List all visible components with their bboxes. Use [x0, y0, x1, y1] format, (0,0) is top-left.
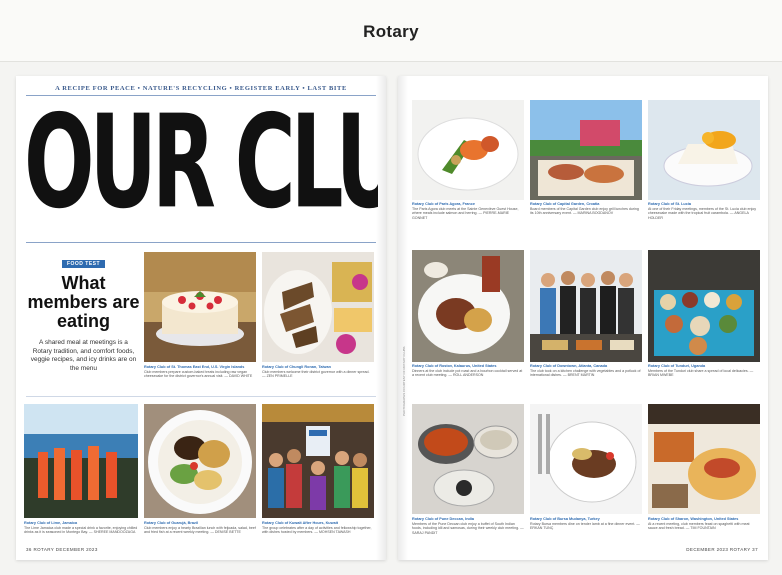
photo-credit: ROLL ANDERSON — [452, 373, 484, 378]
food-photo — [144, 252, 256, 362]
food-photo — [412, 404, 524, 514]
headline-rule — [26, 242, 376, 243]
food-photo — [262, 252, 374, 362]
club-entry: Rotary Club of Paris Agora, France The P… — [412, 100, 524, 226]
food-photo — [530, 404, 642, 514]
club-entry: Rotary Club of Bursa Mudanya, Turkey Rot… — [530, 404, 642, 544]
food-photo — [648, 100, 760, 200]
club-entry: Rotary Club of Chungli Ronan, Taiwan Clu… — [262, 252, 374, 390]
club-entry: Rotary Club of Downtown, Atlanta, Canada… — [530, 250, 642, 394]
food-photo — [24, 404, 138, 518]
club-entry: Rotary Club of Pune Deccan, India Member… — [412, 404, 524, 544]
club-entry: Rotary Club of St. Thomas East End, U.S.… — [144, 252, 256, 390]
photo-credit: SARAJ PANDIT — [412, 530, 438, 535]
photo-credit: BRENT MARTIN — [567, 373, 595, 378]
caption-text: The group celebrates after a day of acti… — [262, 525, 372, 535]
photo-credit: MOHSEN TAWASH — [318, 530, 351, 535]
club-entry: Rotary Club of Sharon, Washington, Unite… — [648, 404, 760, 544]
page-folio: 36 ROTARY DECEMBER 2023 — [26, 547, 98, 552]
food-photo — [648, 404, 760, 514]
photo-credit: ERKAN TUNÇ — [530, 526, 554, 531]
club-entry: Rotary Club of Guarujá, Brazil Club memb… — [144, 404, 256, 544]
caption-text: Members of the Pune Deccan club enjoy a … — [412, 521, 520, 531]
page-headline: OUR CLUBS — [24, 87, 378, 238]
food-photo — [648, 250, 760, 362]
caption-text: Rotary Bursa members dine on tender lamb… — [530, 521, 636, 526]
photo-credit-vertical: PHOTOGRAPHS COURTESY OF ROTARY CLUBS — [402, 346, 406, 416]
group-photo — [530, 250, 642, 362]
club-entry: Rotary Club of Rostov, Kalaurus, United … — [412, 250, 524, 394]
photo-credit: BRIAN MWEBE — [648, 373, 674, 378]
photo-credit: TIM FOUNTAIN — [690, 526, 716, 531]
intro-text: A shared meal at meetings is a Rotary tr… — [30, 339, 137, 372]
photo-credit: DAVID WHITE — [228, 374, 253, 379]
section-tag: FOOD TEST — [61, 260, 106, 268]
food-photo — [412, 100, 524, 200]
club-entry: Rotary Club of Tunduri, Uganda Members o… — [648, 250, 760, 394]
top-bar: Rotary — [0, 0, 782, 62]
food-photo — [412, 250, 524, 362]
photo-credit: SHEREE MANDOOZAGA — [93, 530, 136, 535]
caption-text: Members of the Tunduri club share a spre… — [648, 368, 749, 373]
group-photo — [262, 404, 374, 518]
photo-credit: ZEN PRIMELLE — [266, 374, 293, 379]
food-photo — [530, 100, 642, 200]
club-entry: Rotary Club of Capital Garden, Croatia B… — [530, 100, 642, 226]
photo-credit: DENISE BETTE — [214, 530, 241, 535]
page-folio: DECEMBER 2023 ROTARY 37 — [686, 547, 758, 552]
caption-text: Club members welcome their district gove… — [262, 369, 370, 374]
photo-credit: MARINA BOGDANOV — [577, 211, 614, 216]
club-entry: Rotary Club of St. Lucia At one of their… — [648, 100, 760, 226]
food-photo — [144, 404, 256, 518]
brand-title: Rotary — [363, 22, 419, 41]
intro-title: What members are eating — [27, 273, 140, 331]
left-page: A RECIPE FOR PEACE • NATURE'S RECYCLING … — [16, 76, 386, 560]
club-entry: Rotary Club of Kuwait After Hours, Kuwai… — [262, 404, 374, 544]
club-entry: Rotary Club of Lime, Jamaica The Lime Ja… — [24, 404, 138, 544]
right-page: PHOTOGRAPHS COURTESY OF ROTARY CLUBS Rot… — [398, 76, 768, 560]
